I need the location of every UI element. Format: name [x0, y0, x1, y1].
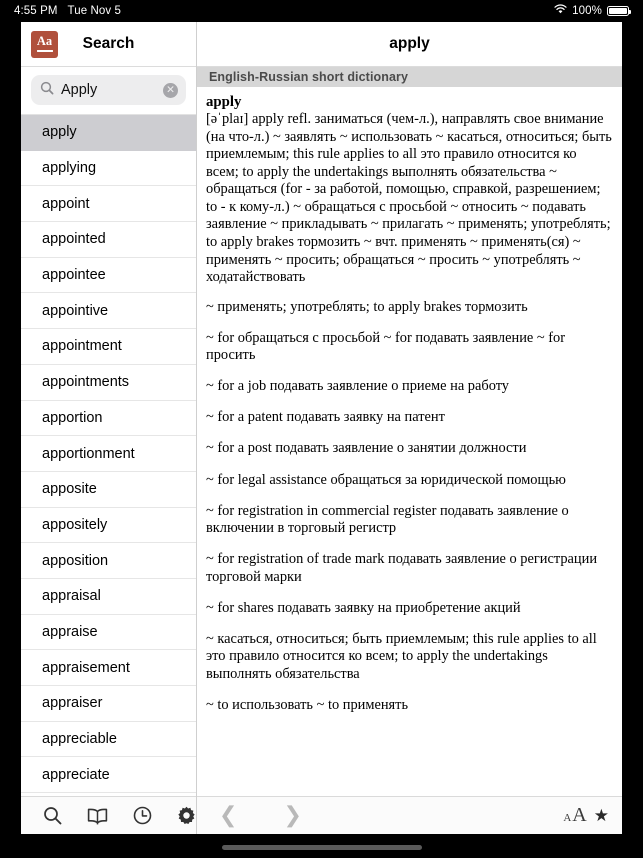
definition-paragraph: ~ касаться, относиться; быть приемлемым;…: [206, 630, 597, 683]
search-pane: Aa Search Apply ✕ apply applying appoint: [21, 22, 197, 834]
status-time: 4:55 PM: [14, 5, 58, 17]
chevron-left-icon[interactable]: ❮: [219, 804, 237, 827]
list-item-label: appraisement: [42, 659, 130, 676]
list-item-label: appreciable: [42, 731, 117, 748]
definition-paragraph: ~ for shares подавать заявку на приобрет…: [206, 599, 521, 616]
right-bottom-toolbar: ❮ ❯ A A ★: [197, 796, 622, 834]
app-icon-underline: [36, 49, 53, 53]
list-item[interactable]: apposite: [21, 471, 196, 508]
search-field[interactable]: Apply ✕: [31, 75, 186, 105]
list-item-label: appositely: [42, 516, 108, 533]
status-date: Tue Nov 5: [67, 5, 122, 17]
status-bar-right: 100%: [554, 4, 631, 18]
list-item[interactable]: apply: [21, 115, 196, 151]
battery-full-icon: [607, 5, 631, 17]
definition-paragraph: ~ for a post подавать заявление о заняти…: [206, 440, 527, 457]
list-item[interactable]: applying: [21, 150, 196, 187]
list-item-label: apportion: [42, 409, 103, 426]
clock-icon[interactable]: [133, 806, 152, 825]
list-item-label: appraiser: [42, 695, 103, 712]
search-bar-container: Apply ✕: [21, 67, 196, 114]
definition-paragraph: ~ применять; употреблять; to apply brake…: [206, 298, 528, 315]
list-item[interactable]: appointive: [21, 293, 196, 330]
dictionary-app-window: Aa Search Apply ✕ apply applying appoint: [21, 22, 622, 834]
book-icon[interactable]: [87, 807, 108, 825]
search-icon: [40, 81, 54, 100]
list-item-label: appointment: [42, 338, 122, 355]
battery-percent-label: 100%: [572, 5, 602, 17]
status-bar: 4:55 PM Tue Nov 5 100%: [0, 0, 643, 22]
definition-paragraph: ~ for a patent подавать заявку на патент: [206, 409, 445, 426]
search-results-list[interactable]: apply applying appoint appointed appoint…: [21, 114, 196, 796]
app-icon-letters: Aa: [36, 33, 53, 48]
list-item-label: apposite: [42, 481, 97, 498]
definition-paragraph: ~ for legal assistance обращаться за юри…: [206, 471, 566, 488]
definition-paragraph: ~ for обращаться с просьбой ~ for подава…: [206, 329, 566, 364]
list-item[interactable]: appraise: [21, 614, 196, 651]
list-item[interactable]: apportionment: [21, 436, 196, 472]
star-icon[interactable]: ★: [594, 807, 609, 824]
list-item-label: apposition: [42, 552, 109, 569]
list-item[interactable]: appointee: [21, 257, 196, 294]
definition-text: [əˈplaɪ] apply refl. заниматься (чем-л.)…: [206, 111, 612, 286]
list-item-label: appointee: [42, 267, 106, 284]
definition-title: apply: [197, 22, 622, 67]
definition-paragraph: ~ for registration of trade mark подават…: [206, 551, 598, 585]
chevron-right-icon[interactable]: ❯: [283, 804, 301, 827]
list-item[interactable]: appraiser: [21, 686, 196, 722]
definition-article: apply [əˈplaɪ] apply refl. заниматься (ч…: [197, 87, 622, 796]
list-item-label: apportionment: [42, 445, 135, 462]
list-item-label: applying: [42, 160, 97, 177]
list-item[interactable]: appreciable: [21, 721, 196, 758]
font-size-button[interactable]: A A: [563, 804, 586, 827]
list-item-label: appreciate: [42, 766, 110, 783]
entry-headword: apply: [206, 94, 242, 110]
list-item[interactable]: appointments: [21, 364, 196, 401]
dictionary-app-icon[interactable]: Aa: [31, 30, 58, 58]
definition-paragraph: ~ for a job подавать заявление о приеме …: [206, 378, 510, 395]
left-bottom-toolbar: [21, 796, 196, 834]
list-item-label: appointments: [42, 374, 130, 391]
list-item[interactable]: appoint: [21, 186, 196, 223]
list-item[interactable]: apportion: [21, 400, 196, 437]
list-item[interactable]: appraisement: [21, 650, 196, 686]
list-item-label: appraisal: [42, 588, 101, 605]
definition-pane: apply English-Russian short dictionary a…: [197, 22, 622, 834]
definition-paragraph: ~ for registration in commercial registe…: [206, 502, 569, 537]
clear-search-icon[interactable]: ✕: [163, 82, 178, 98]
font-size-large-label: A: [572, 804, 587, 826]
list-item-label: appointive: [42, 302, 109, 319]
definition-paragraph: apply [əˈplaɪ] apply refl. заниматься (ч…: [206, 93, 612, 287]
search-input[interactable]: Apply: [61, 82, 156, 98]
gear-icon[interactable]: [177, 806, 196, 825]
home-indicator[interactable]: [221, 845, 422, 850]
dictionary-name-label: English-Russian short dictionary: [209, 70, 409, 84]
dictionary-name-bar[interactable]: English-Russian short dictionary: [197, 67, 622, 87]
list-item-label: appraise: [42, 623, 98, 640]
font-size-small-label: A: [563, 812, 572, 824]
list-item[interactable]: apposition: [21, 543, 196, 579]
list-item-label: apply: [42, 124, 77, 141]
list-item[interactable]: appraisal: [21, 578, 196, 615]
wifi-icon: [554, 4, 567, 17]
list-item[interactable]: appointed: [21, 222, 196, 258]
list-item-label: appointed: [42, 231, 106, 248]
list-item[interactable]: appositely: [21, 507, 196, 544]
list-item-label: appoint: [42, 195, 90, 212]
list-item[interactable]: appreciate: [21, 757, 196, 794]
search-icon[interactable]: [43, 806, 62, 825]
status-bar-left: 4:55 PM Tue Nov 5: [14, 5, 121, 17]
search-pane-header: Aa Search: [21, 22, 196, 67]
definition-paragraph: ~ to использовать ~ to применять: [206, 697, 409, 714]
list-item[interactable]: appointment: [21, 329, 196, 365]
